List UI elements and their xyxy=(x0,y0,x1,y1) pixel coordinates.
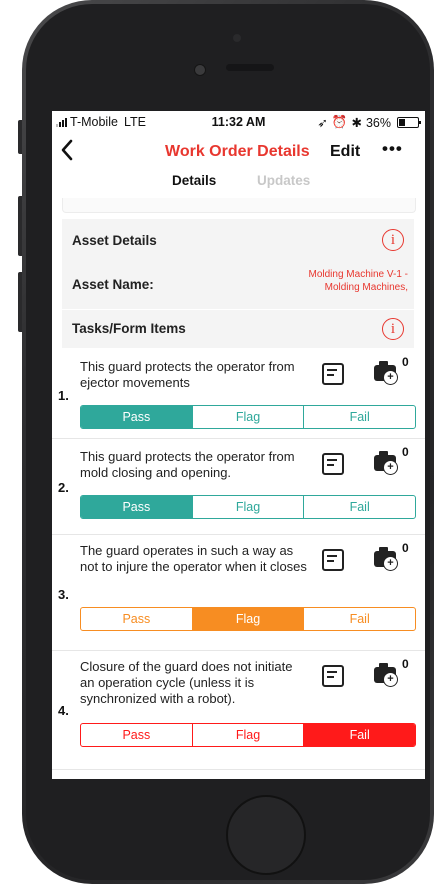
task-number: 2. xyxy=(58,480,69,495)
flag-button[interactable]: Flag xyxy=(191,406,304,428)
task-text: This guard protects the operator from mo… xyxy=(80,449,295,480)
asset-name-label: Asset Name: xyxy=(72,277,154,292)
edit-button[interactable]: Edit xyxy=(330,143,360,161)
add-photo-icon[interactable]: + xyxy=(374,361,398,385)
tasks-heading: Tasks/Form Items xyxy=(72,321,186,336)
photo-count: 0 xyxy=(402,541,409,555)
earpiece-speaker xyxy=(226,64,274,71)
chevron-left-icon[interactable] xyxy=(60,139,74,161)
volume-up-button xyxy=(18,196,22,256)
add-photo-icon[interactable]: + xyxy=(374,663,398,687)
task-text: This guard protects the operator from ej… xyxy=(80,359,295,390)
add-photo-icon[interactable]: + xyxy=(374,451,398,475)
battery-percent: 36% xyxy=(365,115,391,130)
alarm-icon: ⏰ xyxy=(331,115,348,129)
pass-flag-fail-control: Pass Flag Fail xyxy=(80,405,416,429)
status-bar: T-Mobile LTE 11:32 AM ➶ ⏰ ✱ 36% xyxy=(52,111,425,133)
notes-icon[interactable] xyxy=(322,363,344,385)
notes-icon[interactable] xyxy=(322,549,344,571)
previous-card-edge xyxy=(62,198,416,213)
asset-name-value: Molding Machine V-1 - Molding Machines, xyxy=(309,268,409,294)
tab-updates[interactable]: Updates xyxy=(257,173,310,188)
task-number: 4. xyxy=(58,703,69,718)
flag-button[interactable]: Flag xyxy=(191,496,304,518)
fail-button[interactable]: Fail xyxy=(303,406,415,428)
asset-details-section: Asset Details i Asset Name: Molding Mach… xyxy=(62,219,414,309)
more-options-button[interactable]: ••• xyxy=(382,139,403,159)
volume-down-button xyxy=(18,272,22,332)
fail-button[interactable]: Fail xyxy=(303,724,415,746)
add-photo-icon[interactable]: + xyxy=(374,547,398,571)
asset-name-line-1: Molding Machine V-1 - xyxy=(308,269,409,280)
notes-icon[interactable] xyxy=(322,665,344,687)
pass-flag-fail-control: Pass Flag Fail xyxy=(80,495,416,519)
fail-button[interactable]: Fail xyxy=(303,608,415,630)
tab-bar: Details Updates xyxy=(52,171,425,201)
photo-count: 0 xyxy=(402,657,409,671)
task-item: This guard protects the operator from ej… xyxy=(52,349,425,439)
task-item: The guard operates in such a way as not … xyxy=(52,535,425,651)
pass-flag-fail-control: Pass Flag Fail xyxy=(80,607,416,631)
pass-flag-fail-control: Pass Flag Fail xyxy=(80,723,416,747)
navigation-bar: Work Order Details Edit ••• xyxy=(52,133,425,171)
mute-switch xyxy=(18,120,22,154)
fail-button[interactable]: Fail xyxy=(303,496,415,518)
app-screen: T-Mobile LTE 11:32 AM ➶ ⏰ ✱ 36% Work Ord… xyxy=(52,111,425,779)
tab-details[interactable]: Details xyxy=(172,173,216,188)
info-icon[interactable]: i xyxy=(382,318,404,340)
task-item: Closure of the guard does not initiate a… xyxy=(52,651,425,770)
photo-count: 0 xyxy=(402,445,409,459)
asset-name-line-2: Molding Machines, xyxy=(324,282,408,293)
flag-button[interactable]: Flag xyxy=(191,608,304,630)
info-icon[interactable]: i xyxy=(382,229,404,251)
location-icon: ➶ xyxy=(317,116,328,130)
home-button[interactable] xyxy=(226,795,306,875)
task-item: This guard protects the operator from mo… xyxy=(52,439,425,535)
battery-icon xyxy=(397,117,421,128)
sensor-dot xyxy=(233,34,241,42)
task-number: 1. xyxy=(58,388,69,403)
task-text: The guard operates in such a way as not … xyxy=(80,543,307,574)
bluetooth-icon: ✱ xyxy=(351,116,362,130)
pass-button[interactable]: Pass xyxy=(81,724,192,746)
page-title: Work Order Details xyxy=(165,143,310,160)
notes-icon[interactable] xyxy=(322,453,344,475)
details-content: Asset Details i Asset Name: Molding Mach… xyxy=(52,198,425,779)
pass-button[interactable]: Pass xyxy=(81,406,192,428)
flag-button[interactable]: Flag xyxy=(191,724,304,746)
tasks-section-header: Tasks/Form Items i xyxy=(62,310,414,348)
photo-count: 0 xyxy=(402,355,409,369)
pass-button[interactable]: Pass xyxy=(81,496,192,518)
front-camera xyxy=(194,64,206,76)
task-text: Closure of the guard does not initiate a… xyxy=(80,659,293,706)
pass-button[interactable]: Pass xyxy=(81,608,192,630)
task-number: 3. xyxy=(58,587,69,602)
asset-details-heading: Asset Details xyxy=(72,233,157,248)
